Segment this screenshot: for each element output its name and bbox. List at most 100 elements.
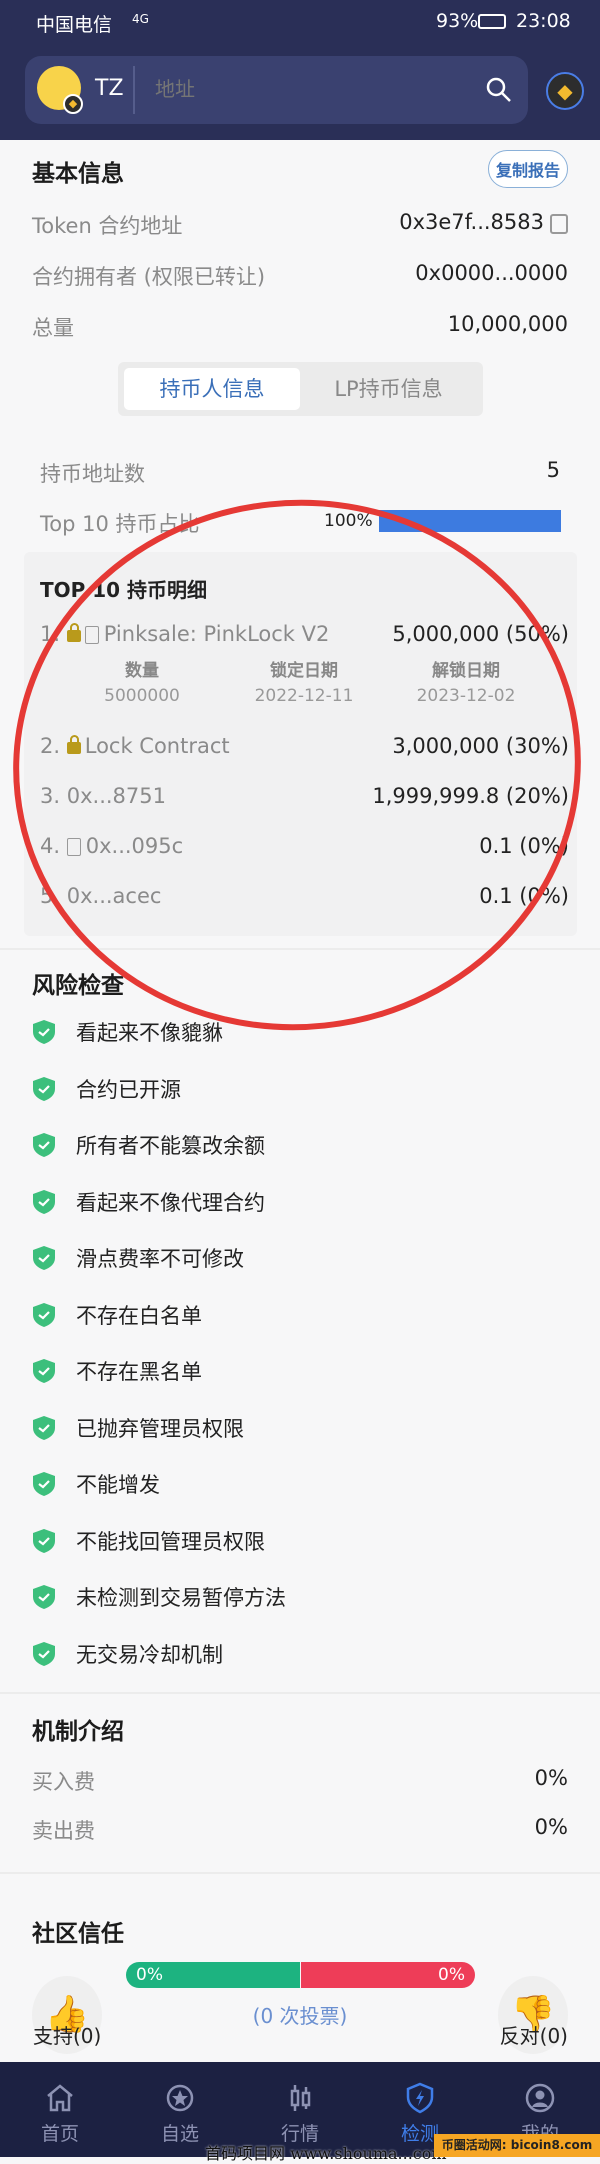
clock: 23:08 [516,10,571,32]
tab-holders[interactable]: 持币人信息 [124,368,300,410]
holder-amount: 3,000,000 (30%) [392,734,569,758]
section-title-risk: 风险检查 [32,973,124,999]
sell-fee-value: 0% [534,1815,568,1839]
risk-item: 看起来不像貔貅 [32,1012,223,1052]
risk-item-label: 不存在黑名单 [76,1360,202,1384]
risk-item: 未检测到交易暂停方法 [32,1577,286,1617]
holder-row-4[interactable]: 4. 0x...095c [40,834,183,858]
risk-item: 已抛弃管理员权限 [32,1408,244,1448]
contract-icon [66,838,81,856]
holder-count-label: 持币地址数 [40,462,145,486]
top10-title: TOP 10 持币明细 [40,578,208,602]
holder-row-3[interactable]: 3. 0x...8751 [40,784,166,808]
risk-item-label: 滑点费率不可修改 [76,1247,244,1271]
holder-row-2[interactable]: 2. Lock Contract [40,734,230,758]
top10-ratio-value: 100% [324,511,373,531]
buy-fee-label: 买入费 [32,1770,95,1794]
rank: 5. [40,884,61,908]
owner-value: 0x0000...0000 [415,261,568,285]
copy-icon[interactable] [550,214,568,234]
tab-lp-holders[interactable]: LP持币信息 [300,368,477,410]
app-header: 中国电信 4G 93% 23:08 ◆ TZ ◆ [0,0,600,140]
token-address-label: Token 合约地址 [32,214,183,238]
risk-item-label: 不存在白名单 [76,1303,202,1328]
oppose-bar: 0% [301,1962,475,1988]
buy-fee-value: 0% [534,1766,568,1790]
risk-item-label: 合约已开源 [76,1077,181,1102]
section-divider [0,948,600,950]
top10-ratio-bar [379,510,561,532]
holder-count-value: 5 [546,458,560,482]
check-shield-icon [33,1076,55,1101]
holder-amount: 0.1 (0%) [479,884,569,908]
holder-row-5[interactable]: 5. 0x...acec [40,884,161,908]
unlock-date-value: 2023-12-02 [416,686,516,706]
risk-item-label: 不能找回管理员权限 [76,1529,265,1554]
lock-date-label: 锁定日期 [270,661,338,681]
lock-amount-label: 数量 [125,661,159,681]
unlock-date-label: 解锁日期 [432,661,500,681]
holder-row-1[interactable]: 1. Pinksale: PinkLock V2 [40,622,329,646]
check-shield-icon [33,1020,55,1044]
nav-item-0[interactable]: 首页 [0,2062,120,2157]
sell-fee-label: 卖出费 [32,1819,95,1843]
check-shield-icon [33,1415,55,1440]
total-supply-label: 总量 [32,316,74,340]
oppose-count[interactable]: 反对(0) [500,2020,568,2049]
copy-report-button[interactable]: 复制报告 [488,150,568,188]
check-shield-icon [33,1302,55,1327]
rank: 4. [40,834,61,858]
risk-item: 不存在黑名单 [32,1351,202,1391]
risk-item: 不存在白名单 [32,1295,202,1335]
holder-name: 0x...acec [66,884,162,908]
check-shield-icon [33,1641,55,1666]
search-bar[interactable]: ◆ TZ [25,56,528,124]
risk-item-label: 看起来不像貔貅 [76,1021,223,1045]
holder-name: 0x...8751 [66,784,166,808]
holder-name: Pinksale: PinkLock V2 [103,622,330,646]
section-title-community: 社区信任 [32,1921,124,1947]
top10-ratio-fill [379,510,561,532]
chain-selector-bnb-icon[interactable]: ◆ [546,72,584,110]
rank: 1. [40,622,61,646]
holder-tabs: 持币人信息 LP持币信息 [118,362,483,416]
search-input[interactable] [155,70,475,110]
token-avatar: ◆ [37,66,83,114]
rank: 3. [40,784,61,808]
check-shield-icon [33,1472,55,1496]
section-title-basic: 基本信息 [32,161,124,187]
check-shield-icon [33,1133,55,1157]
check-shield-icon [33,1359,55,1383]
rank: 2. [40,734,61,758]
home-icon [47,2084,73,2112]
total-supply-value: 10,000,000 [447,312,568,336]
carrier: 中国电信 [36,14,113,36]
risk-item-label: 未检测到交易暂停方法 [76,1586,286,1610]
watermark-text: 首码项目网 www.shouma...com [205,2144,447,2163]
battery-icon [478,14,506,29]
risk-item: 不能增发 [32,1464,160,1504]
support-bar: 0% [126,1962,300,1988]
risk-item-label: 不能增发 [76,1473,160,1497]
risk-item: 看起来不像代理合约 [32,1182,265,1222]
star-icon [166,2084,194,2112]
risk-item: 所有者不能篡改余额 [32,1125,265,1165]
risk-item-label: 看起来不像代理合约 [76,1190,265,1215]
risk-item-label: 所有者不能篡改余额 [76,1134,265,1158]
risk-item-label: 无交易冷却机制 [76,1642,223,1667]
check-shield-icon [33,1528,55,1553]
search-icon[interactable] [485,76,513,104]
lock-icon [66,623,81,642]
nav-label: 首页 [40,2123,79,2145]
token-symbol: TZ [95,76,124,101]
top10-detail-panel: TOP 10 持币明细 1. Pinksale: PinkLock V2 5,0… [24,552,577,936]
support-count[interactable]: 支持(0) [33,2020,101,2049]
check-shield-icon [33,1189,55,1214]
divider [133,66,135,114]
bnb-badge-icon: ◆ [63,94,83,114]
top10-ratio-label: Top 10 持币占比 [40,512,200,536]
token-address-value: 0x3e7f...8583 [399,210,544,234]
check-shield-icon [33,1585,55,1609]
watermark-badge: 币圈活动网: bicoin8.com [434,2134,600,2157]
section-divider [0,1872,600,1874]
